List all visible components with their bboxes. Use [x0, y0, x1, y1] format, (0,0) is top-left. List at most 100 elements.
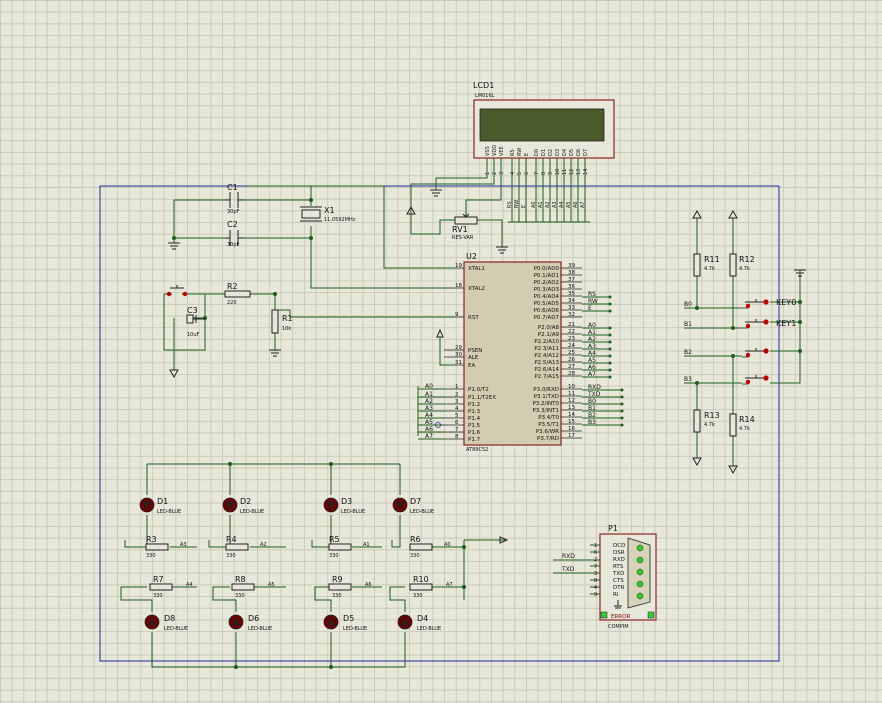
- mcu-pin-number: 30: [455, 352, 462, 358]
- lcd-pin-number: 8: [541, 172, 547, 175]
- mcu-pin-number: 16: [568, 426, 575, 432]
- r11-value: 4.7k: [704, 266, 715, 272]
- lcd-pin-label: VDD: [492, 145, 498, 156]
- lcd-pin-number: 7: [534, 172, 540, 175]
- mcu-pin-name: P1.0/T2: [468, 387, 489, 393]
- lcd-pin-number: 13: [576, 169, 582, 175]
- lcd-pin-number: 9: [548, 172, 554, 175]
- lcd-pin-label: D5: [569, 149, 575, 156]
- c1-ref: C1: [227, 183, 238, 192]
- net-label: A2: [425, 398, 433, 405]
- mcu-pin-name: P1.2: [468, 402, 480, 408]
- net-label: A3: [180, 542, 187, 548]
- led-ref: D7: [410, 497, 421, 506]
- mcu-pin-name: P3.5/T1: [538, 422, 559, 428]
- mcu-pin-name: PSEN: [468, 348, 482, 354]
- lcd-pin-number: 14: [583, 169, 589, 175]
- net-label: A4: [186, 582, 193, 588]
- lcd-pin-number: 10: [555, 169, 561, 175]
- led-part: LED-BLUE: [240, 509, 264, 515]
- com-pin-name: RTS: [613, 564, 624, 570]
- net-label: B1: [588, 405, 596, 412]
- mcu-pin-number: 9: [455, 312, 459, 318]
- net-label: A6: [365, 582, 372, 588]
- com-pin-number: 3: [594, 571, 597, 577]
- schematic-canvas[interactable]: LCD1 LM016L VSS 1 VDD 2 VEE 3 RS 4 RW 5 E 6 D0 7 D1 8 D2…: [0, 0, 882, 703]
- net-label: A3: [425, 405, 433, 412]
- mcu-pin-name: P3.4/T0: [538, 415, 559, 421]
- res-value: 330: [410, 553, 420, 559]
- r1-ref: R1: [282, 314, 293, 323]
- led-ref: D6: [248, 614, 259, 623]
- rv1-potentiometer[interactable]: RV1 RES-VAR: [452, 213, 478, 241]
- lcd-pin-number: 4: [510, 172, 516, 175]
- schematic[interactable]: LCD1 LM016L VSS 1 VDD 2 VEE 3 RS 4 RW 5 E 6 D0 7 D1 8 D2…: [0, 0, 882, 703]
- lcd-pin-number: 6: [524, 172, 530, 175]
- mcu-pin-name: P3.2/INT0: [532, 401, 559, 407]
- lcd-part: LM016L: [475, 93, 495, 99]
- c3-value: 10uF: [187, 332, 200, 338]
- net-label: B3: [588, 419, 596, 426]
- mcu-pin-name: P2.1/A9: [538, 332, 560, 338]
- c2-value: 30pF: [227, 242, 240, 248]
- mcu-pin-name: ALE: [468, 355, 479, 361]
- net-label: A4: [588, 350, 596, 357]
- mcu-pin-name: P3.0/RXD: [533, 387, 559, 393]
- mcu-pin-number: 19: [455, 263, 462, 269]
- mcu-pin-name: RST: [468, 315, 479, 321]
- net-label: A6: [588, 364, 596, 371]
- com-pin-name: DTR: [613, 585, 625, 591]
- lcd-pin-label: D3: [555, 149, 561, 156]
- res-ref: R9: [332, 575, 343, 584]
- mcu-pin-number: 24: [568, 343, 575, 349]
- p1-ref: P1: [608, 524, 618, 533]
- rv1-body: [454, 216, 478, 225]
- net-label: B2: [684, 349, 692, 356]
- r12-ref: R12: [739, 255, 755, 264]
- mcu-pin-name: P3.6/WR: [536, 429, 559, 435]
- mcu-pin-number: 4: [455, 406, 459, 412]
- mcu-pin-number: 12: [568, 398, 575, 404]
- mcu-pin-number: 21: [568, 322, 575, 328]
- mcu-pin-name: P0.5/AD5: [534, 301, 560, 307]
- res-value: 330: [235, 593, 245, 599]
- resistor-bottom: [409, 583, 433, 591]
- mcu-pin-number: 10: [568, 384, 575, 390]
- net-label: A3: [588, 343, 596, 350]
- res-ref: R3: [146, 535, 157, 544]
- mcu-ref: U2: [466, 252, 477, 261]
- key1-ref: KEY1: [776, 319, 796, 328]
- mcu-pin-name: EA: [468, 363, 475, 369]
- key-switches[interactable]: KEY0 KEY1: [742, 298, 796, 385]
- mcu-pin-number: 8: [455, 434, 459, 440]
- lcd-pin-number: 1: [485, 172, 491, 175]
- com-pin-name: DSR: [613, 550, 625, 556]
- mcu-pin-number: 22: [568, 329, 575, 335]
- net-label: A4: [425, 412, 433, 419]
- led-ref: D2: [240, 497, 251, 506]
- res-value: 330: [146, 553, 156, 559]
- lcd-pin-label: VEE: [499, 146, 505, 156]
- mcu-pin-name: P1.5: [468, 423, 481, 429]
- mcu-pin-name: P0.0/AD0: [534, 266, 560, 272]
- mcu-pin-number: 15: [568, 419, 575, 425]
- p1-part: COMPIM: [608, 624, 629, 630]
- res-value: 330: [329, 553, 339, 559]
- compim-connector[interactable]: P1 1 DCD 6 DSR 2 RXD 7 RTS 3 TXD 8 CTS 4 DTR 9 RI ERROR…: [594, 524, 657, 630]
- mcu-pin-name: P0.6/AD6: [534, 308, 560, 314]
- c1-value: 30pF: [227, 209, 240, 215]
- r12-value: 4.7k: [739, 266, 750, 272]
- com-pin-number: 6: [594, 550, 597, 556]
- net-label: B0: [588, 398, 596, 405]
- lcd-pin-label: VSS: [485, 146, 491, 156]
- r11-ref: R11: [704, 255, 720, 264]
- mcu-chip[interactable]: U2 AT89C52 19 XTAL118 XTAL29 RST29 PSEN30 ALE…: [444, 252, 582, 453]
- com-pin-number: 8: [594, 578, 597, 584]
- led-ref: D5: [343, 614, 354, 623]
- mcu-pin-number: 13: [568, 405, 575, 411]
- mcu-pin-name: P1.7: [468, 437, 481, 443]
- mcu-pin-name: P0.4/AD4: [534, 294, 560, 300]
- mcu-pin-number: 2: [455, 392, 459, 398]
- led-matrix[interactable]: D1 LED-BLUE D2 LED-BLUE D3 LED-BLUE D7 LED-BLUE…: [139, 497, 453, 632]
- resistor-top: [145, 543, 169, 551]
